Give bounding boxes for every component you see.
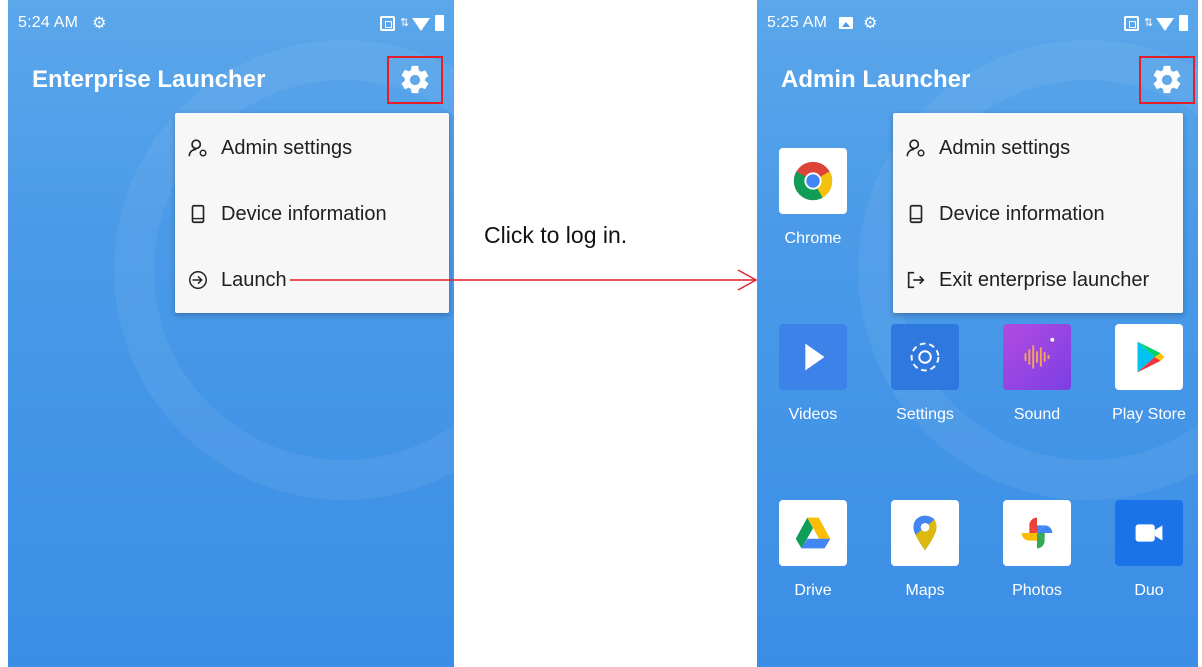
wifi-icon xyxy=(412,17,430,31)
settings-icon xyxy=(891,324,959,390)
app-play-store[interactable]: Play Store xyxy=(1099,324,1198,424)
gear-notification-icon: ⚙ xyxy=(92,15,107,32)
app-label: Settings xyxy=(896,406,954,423)
gear-icon xyxy=(401,65,429,94)
app-chrome[interactable]: Chrome xyxy=(763,148,863,248)
app-drive[interactable]: Drive xyxy=(763,500,863,600)
menu-item-label: Admin settings xyxy=(221,136,353,159)
battery-icon xyxy=(435,15,444,31)
app-label: Chrome xyxy=(784,230,842,247)
status-icons: ⇅ xyxy=(380,15,444,31)
app-duo[interactable]: Duo xyxy=(1099,500,1198,600)
nfc-icon xyxy=(380,15,395,31)
menu-item-admin-settings[interactable]: Admin settings xyxy=(175,115,449,181)
gear-icon xyxy=(1153,65,1181,94)
left-phone-screen: 5:24 AM ⚙ ⇅ Enterprise Launcher Admin se… xyxy=(8,0,454,667)
app-sound[interactable]: Sound xyxy=(987,324,1087,424)
maps-icon xyxy=(891,500,959,566)
chrome-icon xyxy=(779,148,847,214)
annotation-text: Click to log in. xyxy=(484,222,628,248)
menu-item-label: Device information xyxy=(221,202,387,225)
sound-icon xyxy=(1003,324,1071,390)
app-label: Sound xyxy=(1013,406,1061,423)
app-label: Play Store xyxy=(1112,406,1186,423)
enter-icon xyxy=(187,269,209,291)
tutorial-canvas: 5:24 AM ⚙ ⇅ Enterprise Launcher Admin se… xyxy=(0,0,1202,667)
nfc-icon xyxy=(1124,15,1139,31)
settings-dropdown-menu: Admin settings Device information Launch xyxy=(175,113,449,313)
menu-item-device-information[interactable]: Device information xyxy=(893,181,1183,247)
photos-icon xyxy=(1003,500,1071,566)
app-label: Photos xyxy=(1012,582,1062,599)
data-arrows-icon: ⇅ xyxy=(400,16,410,29)
play-store-icon xyxy=(1115,324,1183,390)
menu-item-launch[interactable]: Launch xyxy=(175,247,449,313)
settings-gear-button[interactable] xyxy=(1139,56,1195,104)
data-arrows-icon: ⇅ xyxy=(1144,16,1154,29)
app-label: Duo xyxy=(1134,582,1164,599)
status-time: 5:24 AM xyxy=(18,14,79,31)
app-label: Maps xyxy=(905,582,945,599)
person-icon xyxy=(187,137,209,159)
app-title: Enterprise Launcher xyxy=(32,66,266,93)
videos-icon xyxy=(779,324,847,390)
app-photos[interactable]: Photos xyxy=(987,500,1087,600)
duo-icon xyxy=(1115,500,1183,566)
exit-icon xyxy=(905,269,927,291)
app-label: Videos xyxy=(788,406,838,423)
status-bar: 5:25 AM ⚙ ⇅ xyxy=(767,12,1188,34)
status-icons: ⇅ xyxy=(1124,15,1188,31)
status-time: 5:25 AM xyxy=(767,14,828,31)
menu-item-label: Device information xyxy=(939,202,1105,225)
app-maps[interactable]: Maps xyxy=(875,500,975,600)
menu-item-device-information[interactable]: Device information xyxy=(175,181,449,247)
wifi-icon xyxy=(1156,17,1174,31)
menu-item-exit-enterprise-launcher[interactable]: Exit enterprise launcher xyxy=(893,247,1183,313)
drive-icon xyxy=(779,500,847,566)
menu-item-label: Launch xyxy=(221,268,287,291)
phone-icon xyxy=(905,203,927,225)
menu-item-admin-settings[interactable]: Admin settings xyxy=(893,115,1183,181)
status-bar: 5:24 AM ⚙ ⇅ xyxy=(18,12,444,34)
right-phone-screen: 5:25 AM ⚙ ⇅ Admin Launcher Chrome Videos… xyxy=(757,0,1198,667)
battery-icon xyxy=(1179,15,1188,31)
image-notification-icon xyxy=(839,17,854,29)
menu-item-label: Admin settings xyxy=(939,136,1071,159)
app-videos[interactable]: Videos xyxy=(763,324,863,424)
menu-item-label: Exit enterprise launcher xyxy=(939,268,1150,291)
app-title: Admin Launcher xyxy=(781,66,971,93)
phone-icon xyxy=(187,203,209,225)
person-icon xyxy=(905,137,927,159)
settings-dropdown-menu: Admin settings Device information Exit e… xyxy=(893,113,1183,313)
app-settings[interactable]: Settings xyxy=(875,324,975,424)
settings-gear-button[interactable] xyxy=(387,56,443,104)
gear-notification-icon: ⚙ xyxy=(863,15,878,32)
app-label: Drive xyxy=(794,582,832,599)
